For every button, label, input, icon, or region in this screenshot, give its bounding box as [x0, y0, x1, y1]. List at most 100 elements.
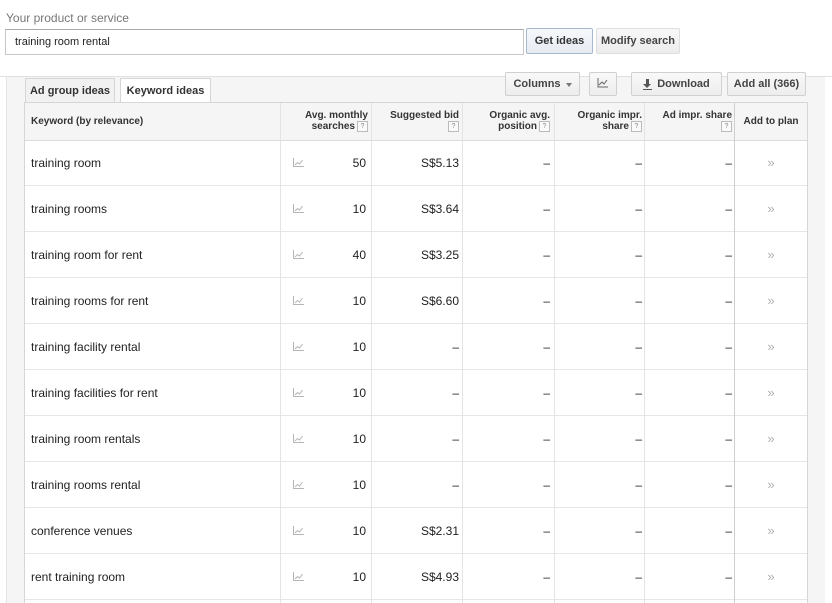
trend-chart-icon[interactable]	[280, 462, 316, 507]
column-divider	[371, 103, 372, 603]
keyword-text: conference venues	[31, 523, 133, 538]
organic-impr-share: –	[635, 477, 642, 492]
avg-monthly-searches: 10	[352, 523, 366, 538]
add-to-plan-icon[interactable]: »	[735, 416, 807, 461]
keyword-text: training room for rent	[31, 247, 143, 262]
product-search-input[interactable]	[5, 29, 524, 55]
ad-impr-share: –	[725, 293, 732, 308]
organic-impr-share: –	[635, 155, 642, 170]
column-divider	[554, 103, 555, 603]
col-add-to-plan: Add to plan	[743, 116, 799, 127]
organic-impr-share: –	[635, 293, 642, 308]
table-row: training room 50 S$5.13– – –»	[25, 140, 807, 186]
trend-chart-icon[interactable]	[280, 186, 316, 231]
col-suggested-bid[interactable]: Suggested bid ?	[371, 103, 459, 140]
organic-impr-share: –	[635, 247, 642, 262]
columns-button[interactable]: Columns	[505, 72, 580, 96]
ad-impr-share: –	[725, 247, 732, 262]
organic-impr-share: –	[635, 431, 642, 446]
col-organic-impr-share[interactable]: Organic impr. share?	[554, 103, 642, 140]
add-to-plan-icon[interactable]: »	[735, 278, 807, 323]
trend-chart-icon[interactable]	[280, 324, 316, 369]
help-icon[interactable]: ?	[539, 121, 550, 132]
col-ad-impr-share[interactable]: Ad impr. share ?	[644, 103, 732, 140]
keyword-text: training rooms rental	[31, 477, 141, 492]
keyword-text: training rooms for rent	[31, 293, 149, 308]
help-icon[interactable]: ?	[448, 121, 459, 132]
col-avg-monthly-searches[interactable]: Avg. monthly searches?	[280, 103, 368, 140]
modify-search-button[interactable]: Modify search	[596, 28, 680, 54]
add-to-plan-icon[interactable]: »	[735, 370, 807, 415]
organic-impr-share: –	[635, 385, 642, 400]
organic-avg-position: –	[543, 293, 550, 308]
keyword-text: training facilities for rent	[31, 385, 158, 400]
get-ideas-button[interactable]: Get ideas	[526, 28, 593, 54]
add-all-button[interactable]: Add all (366)	[727, 72, 806, 96]
avg-monthly-searches: 10	[352, 385, 366, 400]
columns-label: Columns	[513, 78, 561, 90]
trend-chart-icon[interactable]	[280, 278, 316, 323]
add-to-plan-icon[interactable]: »	[735, 140, 807, 185]
suggested-bid: S$6.60	[420, 293, 459, 308]
help-icon[interactable]: ?	[357, 121, 368, 132]
avg-monthly-searches: 10	[352, 477, 366, 492]
suggested-bid: S$4.93	[420, 569, 459, 584]
table-header: Keyword (by relevance) Avg. monthly sear…	[25, 103, 807, 141]
suggested-bid: –	[452, 385, 459, 400]
ad-impr-share: –	[725, 339, 732, 354]
download-label: Download	[657, 78, 710, 90]
table-row: training room rentals 10– – – –»	[25, 416, 807, 462]
suggested-bid: –	[452, 431, 459, 446]
avg-monthly-searches: 50	[352, 155, 366, 170]
add-to-plan-icon[interactable]: »	[735, 232, 807, 277]
avg-monthly-searches: 10	[352, 339, 366, 354]
add-to-plan-icon[interactable]: »	[735, 462, 807, 507]
suggested-bid: –	[452, 477, 459, 492]
line-chart-icon	[597, 77, 609, 91]
organic-impr-share: –	[635, 201, 642, 216]
add-to-plan-icon[interactable]: »	[735, 324, 807, 369]
table-row: training room for rent 40 S$3.25– – –»	[25, 232, 807, 278]
trend-chart-icon[interactable]	[280, 370, 316, 415]
keyword-text: training room	[31, 155, 102, 170]
avg-monthly-searches: 10	[352, 569, 366, 584]
ad-impr-share: –	[725, 523, 732, 538]
table-row: training facilities for rent 10– – – –»	[25, 370, 807, 416]
column-divider	[644, 103, 645, 603]
tab-keyword-ideas[interactable]: Keyword ideas	[120, 78, 211, 103]
panel-edge	[6, 76, 7, 603]
download-button[interactable]: Download	[631, 72, 722, 96]
trend-chart-icon[interactable]	[280, 232, 316, 277]
trend-chart-icon[interactable]	[280, 140, 316, 185]
organic-impr-share: –	[635, 569, 642, 584]
trend-chart-icon[interactable]	[280, 508, 316, 553]
avg-monthly-searches: 40	[352, 247, 366, 262]
keyword-text: training room rentals	[31, 431, 141, 446]
col-keyword[interactable]: Keyword (by relevance)	[31, 103, 271, 140]
organic-avg-position: –	[543, 431, 550, 446]
tab-ad-group-ideas[interactable]: Ad group ideas	[25, 78, 115, 102]
column-divider	[462, 103, 463, 603]
help-icon[interactable]: ?	[631, 121, 642, 132]
suggested-bid: S$3.25	[420, 247, 459, 262]
avg-monthly-searches: 10	[352, 431, 366, 446]
organic-avg-position: –	[543, 339, 550, 354]
add-to-plan-icon[interactable]: »	[735, 554, 807, 599]
caret-down-icon	[565, 82, 572, 87]
organic-avg-position: –	[543, 523, 550, 538]
avg-monthly-searches: 10	[352, 201, 366, 216]
help-icon[interactable]: ?	[721, 121, 732, 132]
keyword-ideas-table: Keyword (by relevance) Avg. monthly sear…	[24, 102, 808, 603]
organic-avg-position: –	[543, 569, 550, 584]
add-to-plan-icon[interactable]: »	[735, 186, 807, 231]
add-to-plan-icon[interactable]: »	[735, 508, 807, 553]
ad-impr-share: –	[725, 385, 732, 400]
keyword-text: rent training room	[31, 569, 126, 584]
trend-chart-icon[interactable]	[280, 416, 316, 461]
organic-avg-position: –	[543, 201, 550, 216]
ad-impr-share: –	[725, 201, 732, 216]
column-divider	[280, 103, 281, 603]
col-organic-avg-position[interactable]: Organic avg. position?	[462, 103, 550, 140]
chart-toggle-button[interactable]	[589, 72, 617, 96]
trend-chart-icon[interactable]	[280, 554, 316, 599]
